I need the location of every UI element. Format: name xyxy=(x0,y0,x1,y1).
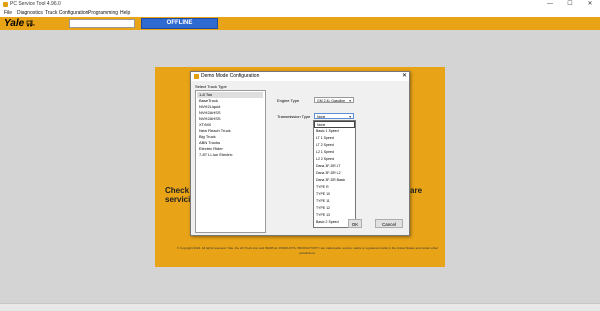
engine-type-value: GM 2.4L Gasoline xyxy=(317,99,346,103)
dropdown-option[interactable]: TYPE R xyxy=(314,184,355,191)
dropdown-option[interactable]: TYPE 13 xyxy=(314,212,355,219)
dropdown-option[interactable]: TYPE 12 xyxy=(314,205,355,212)
menu-diagnostics[interactable]: Diagnostics xyxy=(17,9,43,17)
app-icon xyxy=(3,2,8,7)
menu-programming[interactable]: Programming xyxy=(88,9,118,17)
minimize-button[interactable]: — xyxy=(540,0,560,9)
maximize-button[interactable]: ☐ xyxy=(560,0,580,9)
connection-status: OFFLINE xyxy=(141,18,218,29)
transmission-type-value: None xyxy=(317,115,326,119)
menu-file[interactable]: File xyxy=(4,9,12,17)
copyright-text: © Copyright 2022. All rights reserved. Y… xyxy=(176,246,439,255)
truck-type-item[interactable]: 7-8T Li-Ion Electric xyxy=(197,152,263,158)
forklift-logo-icon xyxy=(26,20,35,27)
window-title: PC Service Tool 4.96.0 xyxy=(10,1,61,7)
dropdown-option[interactable]: L2 1 Speed xyxy=(314,149,355,156)
cancel-button[interactable]: Cancel xyxy=(375,219,403,228)
select-truck-type-label: Select Truck Type xyxy=(195,84,227,89)
dropdown-option[interactable]: L2 2 Speed xyxy=(314,156,355,163)
transmission-dropdown-list[interactable]: None Basic 1 Speed LT 1 Speed LT 2 Speed… xyxy=(313,120,356,228)
dropdown-option[interactable]: Dana 3F-DR L2 xyxy=(314,170,355,177)
transmission-type-select[interactable]: None ▾ xyxy=(314,113,354,119)
dropdown-option[interactable]: Basic 1 Speed xyxy=(314,128,355,135)
dropdown-option[interactable]: LT 2 Speed xyxy=(314,142,355,149)
dropdown-option[interactable]: None xyxy=(314,121,355,128)
close-button[interactable]: ✕ xyxy=(580,0,600,9)
dropdown-option[interactable]: TYPE 11 xyxy=(314,198,355,205)
transmission-type-label: Transmission Type xyxy=(277,114,311,119)
dropdown-option[interactable]: Dana 3F-DR Basic xyxy=(314,177,355,184)
dialog-title: Demo Mode Configuration xyxy=(201,73,260,79)
toolbar-input[interactable] xyxy=(69,19,135,28)
demo-mode-dialog: Demo Mode Configuration ✕ Select Truck T… xyxy=(190,71,410,236)
engine-type-select[interactable]: GM 2.4L Gasoline ▾ xyxy=(314,97,354,103)
engine-type-label: Engine Type xyxy=(277,98,300,103)
dropdown-option[interactable]: LT 1 Speed xyxy=(314,135,355,142)
yale-logo: Yale xyxy=(4,18,25,29)
menu-truck-configuration[interactable]: Truck Configuration xyxy=(45,9,88,17)
menu-help[interactable]: Help xyxy=(120,9,130,17)
dialog-title-bar: Demo Mode Configuration ✕ xyxy=(191,72,409,81)
chevron-down-icon: ▾ xyxy=(349,99,351,103)
ok-button[interactable]: OK xyxy=(348,219,362,228)
dropdown-option[interactable]: Dana 3F-DR LT xyxy=(314,163,355,170)
panel-message-right: are xyxy=(410,186,423,195)
dialog-close-button[interactable]: ✕ xyxy=(400,72,409,81)
toolbar: Yale OFFLINE xyxy=(0,17,600,30)
dialog-app-icon xyxy=(194,74,199,79)
dropdown-option[interactable]: TYPE 10 xyxy=(314,191,355,198)
truck-type-list[interactable]: 1-8 Ton BaseTruck NVH2Liquid NVH2AHSS NV… xyxy=(195,90,266,233)
menu-bar: File Diagnostics Truck Configuration Pro… xyxy=(0,9,600,17)
